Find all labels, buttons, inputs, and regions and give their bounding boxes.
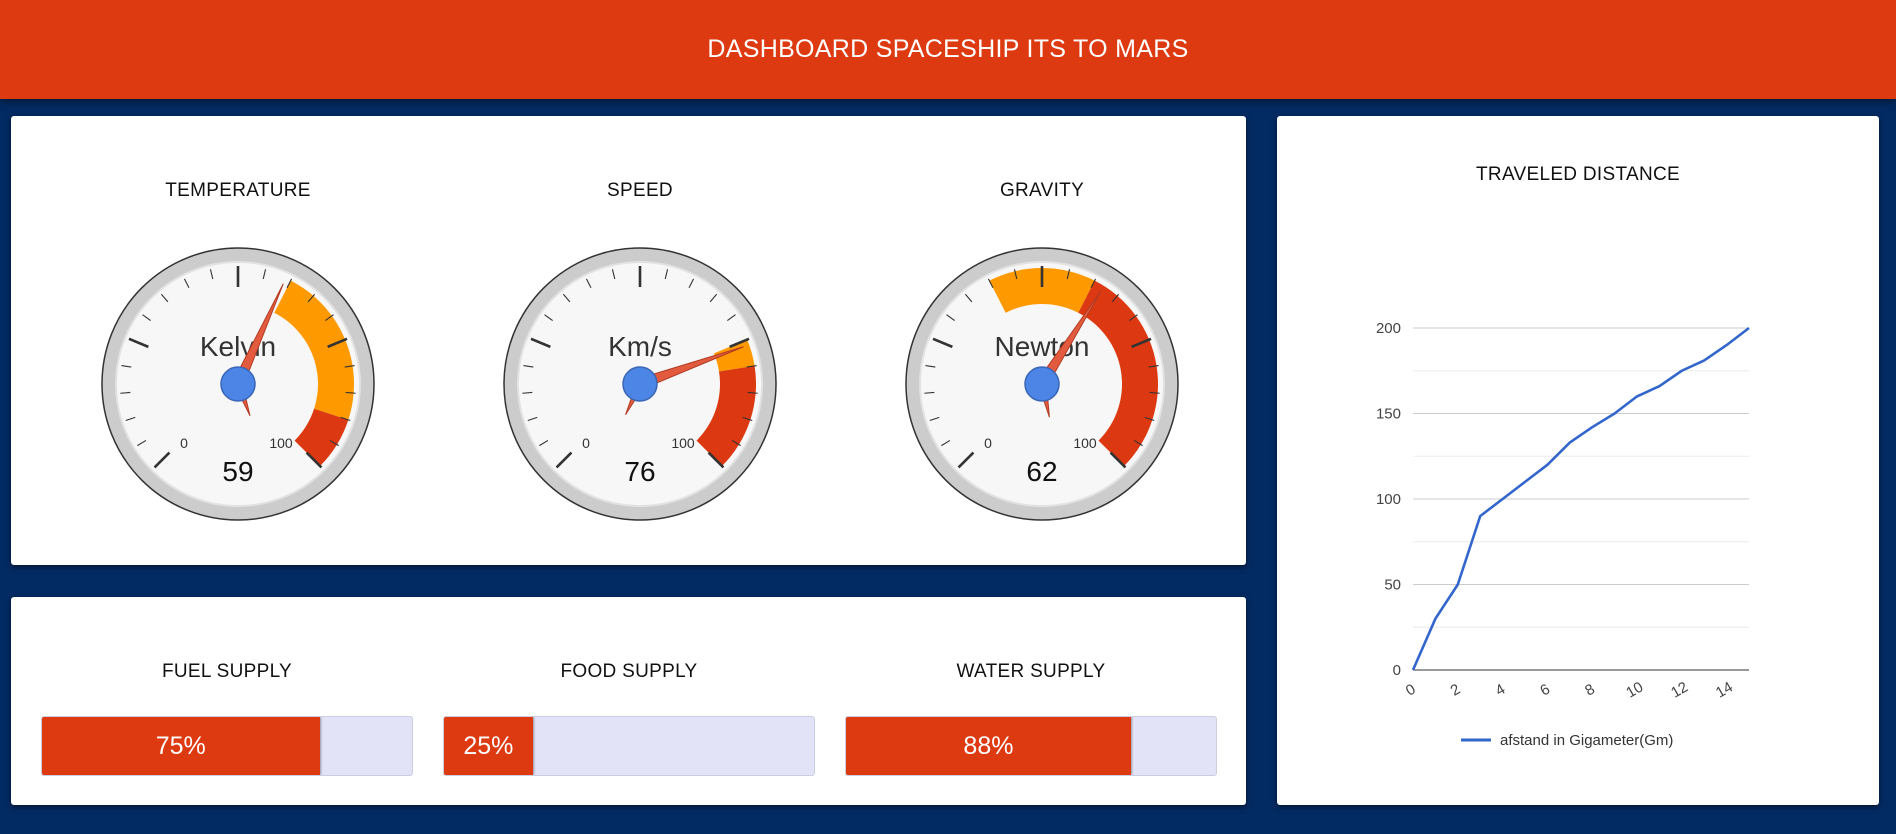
temperature-gauge: Kelvin 0 100 59	[101, 247, 375, 521]
y-tick-label: 50	[1384, 577, 1401, 594]
speed-gauge: Km/s 0 100 76	[503, 247, 777, 521]
x-tick-label: 0	[1403, 681, 1419, 700]
x-tick-label: 6	[1537, 681, 1553, 700]
supplies-panel: FUEL SUPPLY 75% FOOD SUPPLY 25% WATER SU…	[11, 597, 1246, 805]
legend-label: afstand in Gigameter(Gm)	[1500, 732, 1673, 749]
gauge-unit-label: Km/s	[608, 331, 672, 362]
x-tick-label: 14	[1713, 679, 1736, 702]
y-tick-label: 0	[1393, 662, 1401, 679]
food-supply-fill: 25%	[444, 717, 533, 775]
water-supply-percent: 88%	[963, 731, 1014, 760]
temperature-gauge-title: TEMPERATURE	[165, 180, 311, 201]
speed-gauge-title: SPEED	[607, 180, 673, 201]
gauge-min-label: 0	[984, 435, 992, 451]
gauges-panel: TEMPERATURE Kelvin 0 100 59 SPEED Km/s 0 100 7…	[11, 116, 1246, 565]
water-supply-title: WATER SUPPLY	[956, 661, 1106, 682]
gauge-value-label: 76	[624, 456, 655, 487]
gauge-minor-tick	[1149, 391, 1160, 394]
food-supply-bar: 25%	[443, 716, 815, 776]
gauge-minor-tick	[522, 391, 533, 394]
water-supply-fill: 88%	[846, 717, 1131, 775]
gauge-min-label: 0	[180, 435, 188, 451]
dashboard-title: DASHBOARD SPACESHIP ITS TO MARS	[707, 35, 1189, 63]
gauge-max-label: 100	[269, 435, 293, 451]
food-supply-percent: 25%	[463, 731, 514, 760]
gauge-max-label: 100	[671, 435, 695, 451]
fuel-supply-fill: 75%	[42, 717, 320, 775]
y-tick-label: 150	[1376, 406, 1401, 423]
gravity-gauge-title: GRAVITY	[999, 180, 1085, 201]
gauge-max-label: 100	[1073, 435, 1097, 451]
x-tick-label: 4	[1492, 681, 1508, 700]
fuel-supply-title: FUEL SUPPLY	[161, 661, 292, 682]
x-tick-label: 2	[1448, 681, 1464, 700]
x-tick-label: 8	[1582, 681, 1598, 700]
gauge-needle-hub	[1024, 366, 1060, 402]
x-tick-label: 10	[1623, 679, 1646, 702]
gauge-min-label: 0	[582, 435, 590, 451]
gravity-gauge: Newton0 10062	[905, 247, 1179, 521]
gauge-needle-hub	[622, 366, 658, 402]
gauge-value-label: 62	[1026, 456, 1057, 487]
traveled-distance-panel: TRAVELED DISTANCE 0 50 100 150 200 0 2 4 6 8 10 12 1…	[1277, 116, 1879, 805]
gauge-value-label: 59	[222, 456, 253, 487]
traveled-distance-chart: 0 50 100 150 200 0 2 4 6 8 10 12 14 afstand in Gigame…	[1376, 320, 1750, 749]
fuel-supply-percent: 75%	[155, 731, 206, 760]
y-tick-label: 200	[1376, 320, 1401, 337]
gauge-needle-hub	[220, 366, 256, 402]
gauge-minor-tick	[747, 391, 758, 394]
dashboard-header: DASHBOARD SPACESHIP ITS TO MARS	[0, 0, 1896, 99]
x-tick-label: 12	[1668, 679, 1691, 702]
gauge-minor-tick	[345, 391, 356, 394]
water-supply-bar: 88%	[845, 716, 1217, 776]
gauge-unit-label: Kelvin	[200, 331, 276, 362]
food-supply-title: FOOD SUPPLY	[560, 661, 698, 682]
gauge-minor-tick	[120, 391, 131, 394]
gauge-minor-tick	[924, 391, 935, 394]
fuel-supply-bar: 75%	[41, 716, 413, 776]
y-tick-label: 100	[1376, 491, 1401, 508]
